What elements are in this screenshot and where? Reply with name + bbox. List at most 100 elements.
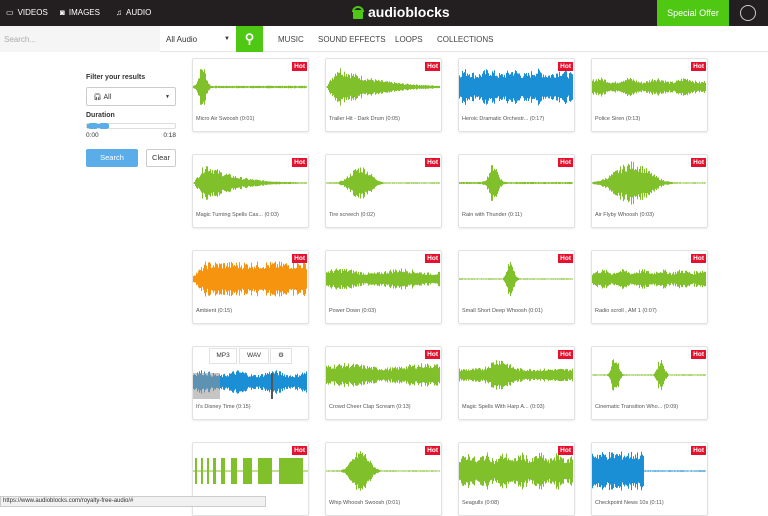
download-wav-button[interactable]: WAV (239, 348, 269, 364)
sound-title[interactable]: Whip Whoosh Swoosh (0:01) (329, 500, 400, 506)
hot-badge: Hot (691, 62, 706, 71)
waveform[interactable] (326, 61, 441, 113)
playhead[interactable] (271, 373, 273, 399)
waveform[interactable] (592, 253, 707, 305)
clear-button[interactable]: Clear (146, 149, 176, 167)
sound-card[interactable]: Hot Small Short Deep Whoosh (0:01) (458, 250, 575, 324)
sound-title[interactable]: Power Down (0:03) (329, 308, 376, 314)
waveform-path (193, 166, 307, 200)
sound-card[interactable]: Hot Cinematic Transition Who... (0:09) (591, 346, 708, 420)
waveform-path (459, 165, 573, 201)
nav-sound-effects[interactable]: SOUND EFFECTS (318, 35, 386, 44)
sound-card[interactable]: Hot Rain with Thunder (0:11) (458, 154, 575, 228)
search-bar: Search... All Audio ▼ ⚲ MUSIC SOUND EFFEC… (0, 26, 768, 52)
waveform[interactable] (459, 253, 574, 305)
hot-badge: Hot (691, 446, 706, 455)
sound-card[interactable]: MP3 WAV ⚙ It's Disney Time (0:15) (192, 346, 309, 420)
waveform[interactable] (592, 349, 707, 401)
download-mp3-button[interactable]: MP3 (209, 348, 237, 364)
nav-collections[interactable]: COLLECTIONS (437, 35, 493, 44)
hot-badge: Hot (292, 62, 307, 71)
waveform[interactable] (459, 349, 574, 401)
waveform[interactable] (193, 445, 308, 497)
sound-title[interactable]: Trailer Hit - Dark Drum (0:05) (329, 116, 400, 122)
hot-badge: Hot (425, 62, 440, 71)
status-bar-url: https://www.audioblocks.com/royalty-free… (0, 496, 266, 507)
nav-images[interactable]: ◙ IMAGES (60, 8, 100, 17)
waveform[interactable] (193, 253, 308, 305)
sound-title[interactable]: Magic Spells With Harp A... (0:03) (462, 404, 545, 410)
filter-panel: Filter your results 🎧︎ All ▼ Duration 0:0… (86, 74, 176, 167)
filter-search-button[interactable]: Search (86, 149, 138, 167)
sound-title[interactable]: Heroic Dramatic Orchestr... (0:17) (462, 116, 544, 122)
sound-title[interactable]: Police Siren (0:13) (595, 116, 640, 122)
nav-music[interactable]: MUSIC (278, 35, 304, 44)
waveform[interactable] (459, 61, 574, 113)
slider-handle-min[interactable] (89, 123, 97, 129)
sound-card[interactable]: Hot Magic Spells With Harp A... (0:03) (458, 346, 575, 420)
search-input[interactable]: Search... (0, 26, 160, 52)
waveform[interactable] (592, 445, 707, 497)
sound-card[interactable]: Hot Air Flyby Whoosh (0:03) (591, 154, 708, 228)
sound-card[interactable]: Hot Crowd Cheer Clap Scream (0:13) (325, 346, 442, 420)
sound-card[interactable]: Hot Trailer Hit - Dark Drum (0:05) (325, 58, 442, 132)
category-select[interactable]: All Audio ▼ (160, 26, 236, 52)
sound-title[interactable]: Crowd Cheer Clap Scream (0:13) (329, 404, 411, 410)
sound-card[interactable]: Hot Ambient (0:15) (192, 250, 309, 324)
duration-min: 0:00 (86, 132, 99, 139)
sound-card[interactable]: Hot Whip Whoosh Swoosh (0:01) (325, 442, 442, 516)
sound-card[interactable]: Hot Seagulls (0:08) (458, 442, 575, 516)
sound-card[interactable]: Hot Power Down (0:03) (325, 250, 442, 324)
nav-loops[interactable]: LOOPS (395, 35, 423, 44)
sound-title[interactable]: Rain with Thunder (0:11) (462, 212, 522, 218)
waveform[interactable] (326, 253, 441, 305)
waveform[interactable] (459, 157, 574, 209)
waveform[interactable] (326, 157, 441, 209)
waveform-path (592, 269, 706, 289)
sound-title[interactable]: Small Short Deep Whoosh (0:01) (462, 308, 543, 314)
hot-badge: Hot (425, 350, 440, 359)
sound-title[interactable]: Checkpoint News 10s (0:11) (595, 500, 664, 506)
waveform[interactable] (193, 157, 308, 209)
sound-title[interactable]: Radio scroll , AM 1 (0:07) (595, 308, 657, 314)
sound-card[interactable]: Hot Checkpoint News 10s (0:11) (591, 442, 708, 516)
sound-title[interactable]: It's Disney Time (0:15) (196, 404, 251, 410)
special-offer-button[interactable]: Special Offer (657, 0, 729, 26)
sound-card[interactable]: Hot Heroic Dramatic Orchestr... (0:17) (458, 58, 575, 132)
duration-slider[interactable] (86, 123, 176, 129)
type-dropdown[interactable]: 🎧︎ All ▼ (86, 87, 176, 106)
hot-badge: Hot (558, 350, 573, 359)
waveform[interactable] (193, 61, 308, 113)
sound-title[interactable]: Micro Air Swoosh (0:01) (196, 116, 254, 122)
waveform-block (195, 458, 197, 484)
sound-card[interactable]: Hot Tire screech (0:02) (325, 154, 442, 228)
sound-card[interactable]: Hot Micro Air Swoosh (0:01) (192, 58, 309, 132)
nav-audio[interactable]: ♫ AUDIO (116, 8, 151, 17)
hot-badge: Hot (558, 158, 573, 167)
caret-down-icon: ▼ (224, 36, 230, 42)
waveform[interactable] (326, 445, 441, 497)
waveform[interactable] (592, 157, 707, 209)
waveform[interactable] (459, 445, 574, 497)
sound-title[interactable]: Tire screech (0:02) (329, 212, 375, 218)
waveform[interactable] (326, 349, 441, 401)
waveform-path (326, 362, 440, 388)
sound-card[interactable]: Hot Radio scroll , AM 1 (0:07) (591, 250, 708, 324)
waveform-path (326, 167, 440, 199)
sound-title[interactable]: Ambient (0:15) (196, 308, 232, 314)
sound-card[interactable]: Hot Magic Turning Spells Cas... (0:03) (192, 154, 309, 228)
logo[interactable]: audioblocks (352, 4, 450, 20)
waveform-path (193, 69, 307, 105)
sound-title[interactable]: Cinematic Transition Who... (0:09) (595, 404, 678, 410)
waveform[interactable] (592, 61, 707, 113)
search-button[interactable]: ⚲ (236, 26, 263, 52)
slider-handle-max[interactable] (100, 123, 108, 129)
sound-title[interactable]: Seagulls (0:08) (462, 500, 499, 506)
sound-title[interactable]: Air Flyby Whoosh (0:03) (595, 212, 654, 218)
sound-title[interactable]: Magic Turning Spells Cas... (0:03) (196, 212, 279, 218)
sound-card[interactable]: Hot Police Siren (0:13) (591, 58, 708, 132)
nav-videos[interactable]: ▭ VIDEOS (6, 8, 48, 17)
user-account-icon[interactable] (740, 5, 756, 21)
gear-icon[interactable]: ⚙ (270, 348, 292, 364)
waveform-block (279, 458, 303, 484)
